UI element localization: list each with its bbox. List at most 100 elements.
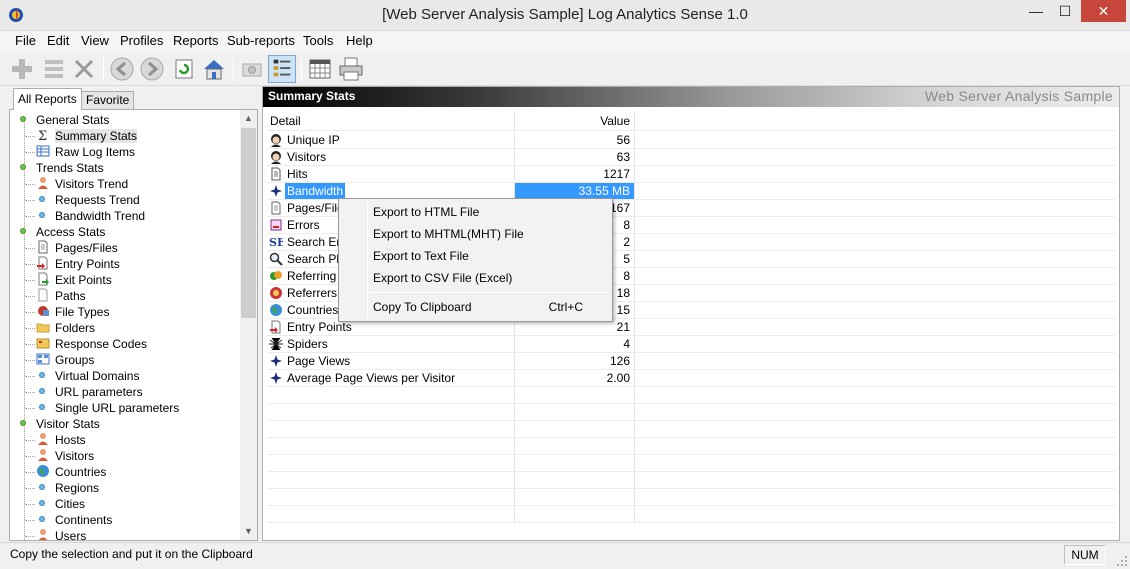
report-tree-icon[interactable] xyxy=(268,55,296,83)
value-cell: 4 xyxy=(515,336,635,352)
tree-item[interactable]: Cities xyxy=(55,496,85,512)
menu-bar: File Edit View Profiles Reports Sub-repo… xyxy=(0,31,1130,51)
tree-connector xyxy=(25,312,35,313)
tree-item[interactable]: Regions xyxy=(55,480,99,496)
tree-item-label: Response Codes xyxy=(55,337,148,351)
tree-item[interactable]: Requests Trend xyxy=(55,192,140,208)
menu-sub-reports[interactable]: Sub-reports xyxy=(227,33,295,48)
menu-edit[interactable]: Edit xyxy=(47,33,69,48)
tree-connector xyxy=(25,520,35,521)
globe-icon xyxy=(36,464,51,479)
tree-connector xyxy=(25,392,35,393)
tree-bullet-icon xyxy=(39,516,45,522)
minimize-button[interactable]: — xyxy=(1021,0,1051,22)
detail-cell: Unique IP xyxy=(267,132,515,148)
menu-file[interactable]: File xyxy=(15,33,36,48)
tree-item[interactable]: Visitors Trend xyxy=(55,176,128,192)
tree-item-label: Hosts xyxy=(55,433,86,447)
menu-item-export-csv[interactable]: Export to CSV File (Excel) xyxy=(373,267,512,289)
tree-item-label: Paths xyxy=(55,289,86,303)
tree-item[interactable]: Continents xyxy=(55,512,112,528)
maximize-button[interactable]: ☐ xyxy=(1050,0,1080,22)
value-text: 21 xyxy=(616,320,630,334)
document-icon xyxy=(269,167,283,181)
menu-item-export-text[interactable]: Export to Text File xyxy=(373,245,469,267)
table-row[interactable]: Average Page Views per Visitor 2.00 xyxy=(267,370,1115,387)
tree-item-label: General Stats xyxy=(36,113,110,127)
tree-item[interactable]: Visitors xyxy=(55,448,94,464)
tree-item[interactable]: General Stats xyxy=(36,112,109,128)
tree-item[interactable]: Countries xyxy=(55,464,106,480)
empty-value-cell xyxy=(515,421,635,437)
detail-text: Average Page Views per Visitor xyxy=(287,371,456,385)
tree-connector xyxy=(25,440,35,441)
tab-favorite[interactable]: Favorite xyxy=(81,91,135,109)
table-row[interactable]: Visitors 63 xyxy=(267,149,1115,166)
tree-item[interactable]: Single URL parameters xyxy=(55,400,179,416)
menu-item-export-mhtml[interactable]: Export to MHTML(MHT) File xyxy=(373,223,524,245)
scroll-thumb[interactable] xyxy=(241,128,256,318)
add-icon[interactable] xyxy=(8,55,36,83)
tree-item[interactable]: Entry Points xyxy=(55,256,120,272)
column-header-detail[interactable]: Detail xyxy=(267,111,515,130)
scroll-down-icon[interactable]: ▼ xyxy=(240,523,257,540)
print-icon[interactable] xyxy=(337,55,365,83)
table-row[interactable]: Spiders 4 xyxy=(267,336,1115,353)
empty-detail-cell xyxy=(267,438,515,454)
back-icon[interactable] xyxy=(108,55,136,83)
list-icon[interactable] xyxy=(40,55,68,83)
tree-item[interactable]: Users xyxy=(55,528,86,540)
tree-item[interactable]: Exit Points xyxy=(55,272,112,288)
resize-grip-icon[interactable] xyxy=(1116,555,1128,567)
tree-item[interactable]: Response Codes xyxy=(55,336,147,352)
menu-item-copy-clipboard[interactable]: Copy To Clipboard Ctrl+C xyxy=(373,296,603,318)
menu-item-export-html[interactable]: Export to HTML File xyxy=(373,201,479,223)
person-icon xyxy=(36,176,51,191)
tree-item[interactable]: Virtual Domains xyxy=(55,368,139,384)
page-icon xyxy=(269,201,283,215)
forward-icon[interactable] xyxy=(138,55,166,83)
menu-profiles[interactable]: Profiles xyxy=(120,33,163,48)
report-tree[interactable]: General Stats Σ Summary Stats Raw Log Items… xyxy=(9,109,258,541)
tree-item-label: Folders xyxy=(55,321,96,335)
empty-detail-cell xyxy=(267,506,515,522)
tree-bullet-icon xyxy=(39,212,45,218)
calendar-icon[interactable] xyxy=(306,55,334,83)
home-icon[interactable] xyxy=(200,55,228,83)
tree-item[interactable]: Paths xyxy=(55,288,86,304)
close-button[interactable]: ✕ xyxy=(1081,0,1126,22)
tree-item[interactable]: Pages/Files xyxy=(55,240,118,256)
tree-item[interactable]: Groups xyxy=(55,352,94,368)
tree-item[interactable]: Trends Stats xyxy=(36,160,104,176)
column-header-value[interactable]: Value xyxy=(515,111,635,130)
menu-help[interactable]: Help xyxy=(346,33,373,48)
value-text: 56 xyxy=(616,133,630,147)
refresh-icon[interactable] xyxy=(170,55,198,83)
menu-reports[interactable]: Reports xyxy=(173,33,219,48)
tree-item[interactable]: Bandwidth Trend xyxy=(55,208,145,224)
tree-item[interactable]: Raw Log Items xyxy=(55,144,135,160)
menu-tools[interactable]: Tools xyxy=(303,33,333,48)
table-row[interactable]: Hits 1217 xyxy=(267,166,1115,183)
scroll-up-icon[interactable]: ▲ xyxy=(240,110,257,127)
delete-icon[interactable] xyxy=(70,55,98,83)
empty-value-cell xyxy=(515,404,635,420)
tree-item[interactable]: Folders xyxy=(55,320,95,336)
tree-item[interactable]: Access Stats xyxy=(36,224,105,240)
tree-item[interactable]: URL parameters xyxy=(55,384,143,400)
tab-all-reports[interactable]: All Reports xyxy=(13,88,82,110)
tree-scrollbar[interactable]: ▲ ▼ xyxy=(240,110,257,540)
empty-detail-cell xyxy=(267,472,515,488)
tree-item[interactable]: Summary Stats xyxy=(55,128,138,144)
tree-item-label: Exit Points xyxy=(55,273,112,287)
table-row[interactable]: Unique IP 56 xyxy=(267,132,1115,149)
tree-item-label: Raw Log Items xyxy=(55,145,136,159)
table-row[interactable]: Page Views 126 xyxy=(267,353,1115,370)
tree-connector xyxy=(25,360,35,361)
tree-item[interactable]: Visitor Stats xyxy=(36,416,100,432)
tree-item[interactable]: Hosts xyxy=(55,432,86,448)
camera-icon[interactable] xyxy=(238,55,266,83)
tree-item[interactable]: File Types xyxy=(55,304,109,320)
detail-text: Countries xyxy=(287,303,339,317)
menu-view[interactable]: View xyxy=(81,33,109,48)
